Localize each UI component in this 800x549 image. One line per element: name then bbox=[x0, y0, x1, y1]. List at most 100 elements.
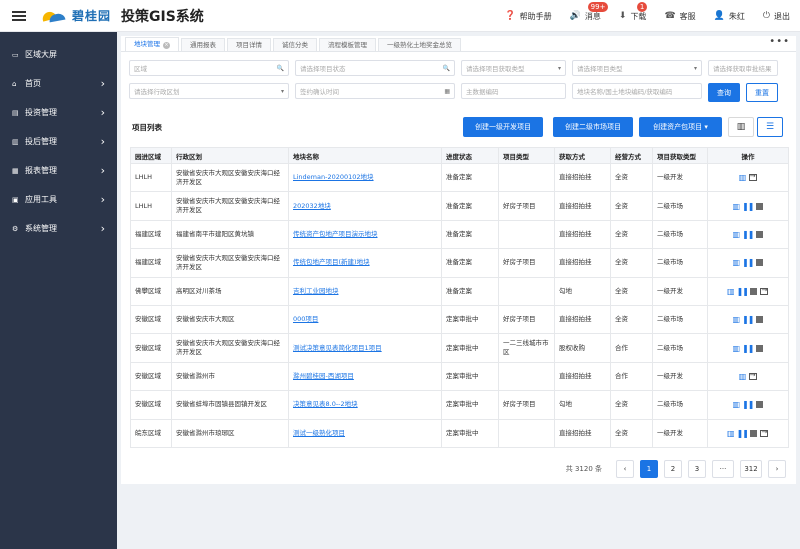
sidebar-item-home[interactable]: ⌂ 首页 › bbox=[0, 69, 117, 98]
land-name-link[interactable]: 测试决策意见表简化项目1项目 bbox=[293, 344, 382, 352]
stop-icon[interactable] bbox=[755, 316, 763, 324]
tab-item[interactable]: 流程模板管理 bbox=[319, 38, 376, 51]
user-action[interactable]: 👤 朱红 bbox=[714, 11, 745, 22]
stop-icon[interactable] bbox=[755, 259, 763, 267]
pause-icon[interactable]: ❚❚ bbox=[737, 287, 749, 296]
prev-page-button[interactable]: ‹ bbox=[616, 459, 634, 478]
filter-input[interactable]: 请选择获取审批结果 bbox=[708, 60, 778, 76]
next-page-button[interactable]: › bbox=[768, 459, 786, 478]
map-icon[interactable]: ▥ bbox=[739, 372, 747, 381]
map-icon[interactable]: ▥ bbox=[727, 287, 735, 296]
table-row[interactable]: 安徽区域 安徽省安庆市大观区安徽安庆海口经济开发区 测试决策意见表简化项目1项目 定案… bbox=[130, 333, 789, 363]
filter-input[interactable]: 签约确认时间 ▦ bbox=[295, 83, 455, 99]
filter-input[interactable]: 请选择项目类型 ▾ bbox=[572, 60, 702, 76]
create-asset-package-button[interactable]: 创建资产包项目 ▾ bbox=[639, 117, 722, 137]
more-tabs-icon[interactable]: ••• bbox=[769, 36, 790, 47]
land-name-link[interactable]: 测试一级熟化项目 bbox=[293, 429, 345, 437]
table-row[interactable]: 福建区域 福建省南平市建阳区黄坑镇 传统资产包地产项目演示地块 准备定案 直接招拍挂 全资… bbox=[130, 219, 789, 250]
land-name-link[interactable]: 吉利工业园地块 bbox=[293, 287, 339, 295]
table-row[interactable]: 安徽区域 安徽省滁州市 滁州碧桂园-西湖项目 定案审批中 直接招拍挂 合作 一级开发 ▥ bbox=[130, 361, 789, 392]
tab-item[interactable]: 诚信分类 bbox=[273, 38, 317, 51]
reset-button[interactable]: 重置 bbox=[746, 83, 778, 102]
tab-item[interactable]: 一级熟化土地奖金总览 bbox=[378, 38, 461, 51]
filter-input[interactable]: 主数据编码 bbox=[461, 83, 566, 99]
map-icon[interactable]: ▥ bbox=[733, 258, 741, 267]
filter-input[interactable]: 请选择项目状态 🔍 bbox=[295, 60, 455, 76]
page-button[interactable]: 3 bbox=[688, 459, 706, 478]
list-view-button[interactable]: ☰ bbox=[757, 117, 783, 137]
table-row[interactable]: 福建区域 安徽省安庆市大观区安徽安庆海口经济开发区 传统包地产项目(新建)地块 准备定… bbox=[130, 248, 789, 278]
map-icon[interactable]: ▥ bbox=[733, 315, 741, 324]
map-icon[interactable]: ▥ bbox=[733, 400, 741, 409]
page-button[interactable]: ··· bbox=[712, 459, 734, 478]
map-view-button[interactable]: ▥ bbox=[728, 117, 754, 137]
page-button[interactable]: 312 bbox=[740, 459, 762, 478]
create-secondary-market-button[interactable]: 创建二级市场项目 bbox=[553, 117, 633, 137]
search-button[interactable]: 查询 bbox=[708, 83, 740, 102]
map-icon[interactable]: ▥ bbox=[739, 173, 747, 182]
message-action[interactable]: 🔊 消息 99+ bbox=[570, 1, 609, 22]
sidebar-item-post-invest[interactable]: ▥ 投后管理 › bbox=[0, 127, 117, 156]
pause-icon[interactable]: ❚❚ bbox=[737, 429, 749, 438]
menu-toggle-icon[interactable] bbox=[12, 10, 26, 21]
stop-icon[interactable] bbox=[755, 401, 763, 409]
exit-icon[interactable] bbox=[760, 286, 769, 295]
tab-item[interactable]: 项目详情 bbox=[227, 38, 271, 51]
sidebar-item-tools[interactable]: ▣ 应用工具 › bbox=[0, 185, 117, 214]
logout-action[interactable]: ⏻ 退出 bbox=[763, 11, 790, 22]
stop-icon[interactable] bbox=[750, 429, 758, 437]
page-button[interactable]: 1 bbox=[640, 459, 658, 478]
map-icon[interactable]: ▥ bbox=[733, 230, 741, 239]
map-icon[interactable]: ▥ bbox=[733, 202, 741, 211]
cell-status: 准备定案 bbox=[441, 248, 499, 278]
stop-icon[interactable] bbox=[750, 287, 758, 295]
sidebar-item-invest[interactable]: ▤ 投资管理 › bbox=[0, 98, 117, 127]
filter-input[interactable]: 区域 🔍 bbox=[129, 60, 289, 76]
stop-icon[interactable] bbox=[755, 202, 763, 210]
pause-icon[interactable]: ❚❚ bbox=[742, 230, 754, 239]
pause-icon[interactable]: ❚❚ bbox=[742, 258, 754, 267]
map-icon[interactable]: ▥ bbox=[733, 344, 741, 353]
table-row[interactable]: 安徽区域 安徽省安庆市大观区 000项目 定案审批中 好房子项目 直接招拍挂 全资 二级市场 ▥… bbox=[130, 304, 789, 335]
help-action[interactable]: ❓ 帮助手册 bbox=[504, 11, 551, 22]
land-name-link[interactable]: 000项目 bbox=[293, 315, 318, 323]
table-row[interactable]: LHLH 安徽省安庆市大观区安徽安庆海口经济开发区 Lindeman-2020010… bbox=[130, 162, 789, 193]
table-row[interactable]: LHLH 安徽省安庆市大观区安徽安庆海口经济开发区 202032地块 准备定案 好房子项… bbox=[130, 191, 789, 221]
cell-mode: 全资 bbox=[610, 162, 653, 193]
pause-icon[interactable]: ❚❚ bbox=[742, 344, 754, 353]
page-button[interactable]: 2 bbox=[664, 459, 682, 478]
filter-input[interactable]: 地块名称/国土地块编码/获取编码 bbox=[572, 83, 702, 99]
close-icon[interactable]: × bbox=[163, 42, 170, 49]
land-name-link[interactable]: 滁州碧桂园-西湖项目 bbox=[293, 372, 354, 380]
filter-input[interactable]: 请选择行政区划 ▾ bbox=[129, 83, 289, 99]
table-row[interactable]: 安徽区域 安徽省蚌埠市固镇县固镇开发区 决策意见表8.0--2地块 定案审批中 好房子项… bbox=[130, 390, 789, 420]
tab-item[interactable]: 通用报表 bbox=[181, 38, 225, 51]
sidebar-item-settings[interactable]: ⚙ 系统管理 › bbox=[0, 214, 117, 243]
sidebar-item-monitor[interactable]: ▭ 区域大屏 bbox=[0, 40, 117, 69]
table-row[interactable]: 皖东区域 安徽省滁州市琅琊区 测试一级熟化项目 定案审批中 直接招拍挂 全资 一级开发 ▥ ❚❚ bbox=[130, 418, 789, 448]
pause-icon[interactable]: ❚❚ bbox=[742, 202, 754, 211]
land-name-link[interactable]: 202032地块 bbox=[293, 202, 331, 210]
land-name-link[interactable]: 决策意见表8.0--2地块 bbox=[293, 400, 358, 408]
exit-icon[interactable] bbox=[748, 371, 757, 380]
cell-acq: 一级开发 bbox=[652, 418, 708, 448]
land-name-link[interactable]: 传统资产包地产项目演示地块 bbox=[293, 230, 378, 238]
land-name-link[interactable]: 传统包地产项目(新建)地块 bbox=[293, 258, 370, 266]
pause-icon[interactable]: ❚❚ bbox=[742, 400, 754, 409]
table-row[interactable]: 佛攀区域 高明区对川茶场 吉利工业园地块 准备定案 勾地 全资 一级开发 ▥ ❚❚ bbox=[130, 276, 789, 306]
map-icon[interactable]: ▥ bbox=[727, 429, 735, 438]
service-action[interactable]: ☎ 客服 bbox=[664, 11, 695, 22]
stop-icon[interactable] bbox=[755, 230, 763, 238]
exit-icon[interactable] bbox=[748, 172, 757, 182]
download-action[interactable]: ⬇ 下载 1 bbox=[619, 1, 648, 22]
filter-input[interactable]: 请选择项目获取类型 ▾ bbox=[461, 60, 566, 76]
land-name-link[interactable]: Lindeman-20200102地块 bbox=[293, 173, 374, 181]
create-primary-dev-button[interactable]: 创建一级开发项目 bbox=[463, 117, 543, 137]
pause-icon[interactable]: ❚❚ bbox=[742, 315, 754, 324]
sidebar-item-report[interactable]: ▦ 报表管理 › bbox=[0, 156, 117, 185]
stop-icon[interactable] bbox=[755, 344, 763, 352]
tab-item[interactable]: 地块管理 × bbox=[125, 37, 179, 51]
exit-icon[interactable] bbox=[760, 428, 769, 437]
cell-region: 安徽区域 bbox=[130, 361, 172, 392]
header-action-label: 消息 bbox=[584, 11, 601, 21]
